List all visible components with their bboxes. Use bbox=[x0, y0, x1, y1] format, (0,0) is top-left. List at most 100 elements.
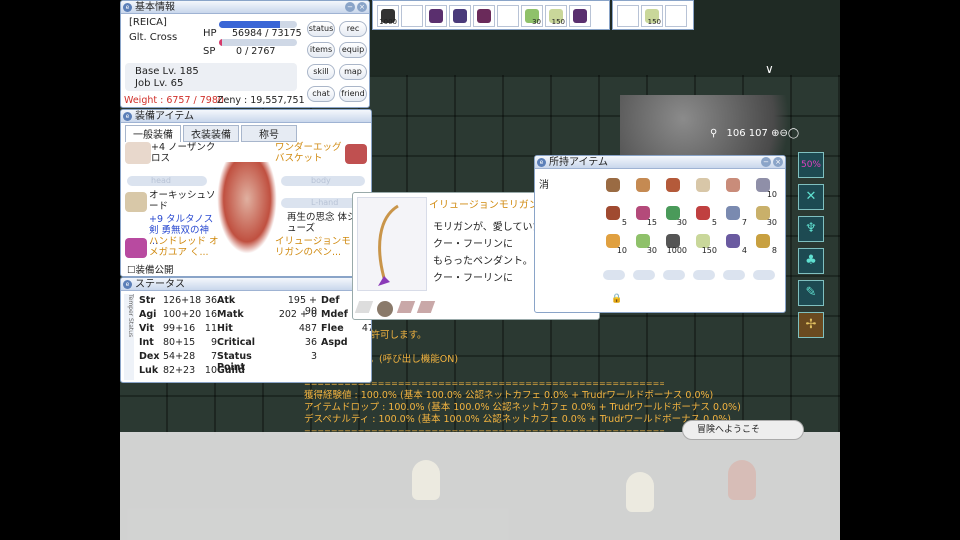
empty-slot-head[interactable]: head bbox=[127, 176, 207, 186]
inventory-item[interactable]: 10 bbox=[753, 176, 777, 199]
equip-slot-head-upper[interactable]: +4 ノーザンクロス bbox=[151, 142, 217, 164]
zoom-controls-icon[interactable]: ⊕⊖◯ bbox=[771, 128, 799, 139]
item-icon bbox=[666, 178, 680, 192]
inventory-item[interactable]: 30 bbox=[633, 232, 657, 255]
empty-slot[interactable] bbox=[723, 270, 745, 280]
npc-sprite[interactable] bbox=[728, 460, 756, 500]
chat-line: アイテムドロップ : 100.0% (基本 100.0% 公認ネットカフェ 0.… bbox=[304, 402, 741, 413]
inventory-item[interactable]: 7 bbox=[723, 204, 747, 227]
stat-points: 10 bbox=[204, 365, 217, 376]
inventory-item[interactable]: 5 bbox=[693, 204, 717, 227]
equip-slot-accessory-right[interactable]: イリュージョンモ リガンのペン... bbox=[275, 236, 353, 258]
equip-slot-head-lower[interactable]: ワンダーエッグ バスケット bbox=[275, 142, 345, 164]
armor-icon[interactable] bbox=[125, 192, 147, 212]
ghost-monster[interactable] bbox=[412, 460, 440, 500]
rock-terrain bbox=[620, 95, 830, 155]
derived-value bbox=[351, 365, 371, 376]
hotkey-slot[interactable]: 150 bbox=[545, 5, 567, 27]
hotkey-slot[interactable]: 1000 bbox=[377, 5, 399, 27]
egg-basket-icon[interactable] bbox=[345, 144, 367, 164]
minimize-icon[interactable]: − bbox=[345, 2, 355, 12]
close-icon[interactable]: × bbox=[357, 2, 367, 12]
tab-title[interactable]: 称号 bbox=[241, 125, 297, 142]
equip-slot-accessory[interactable]: ハンドレッド オ メガユア く... bbox=[149, 236, 219, 258]
friend-button[interactable]: friend bbox=[339, 86, 367, 102]
lock-icon[interactable]: 🔒 bbox=[611, 294, 622, 304]
empty-slot-body[interactable]: body bbox=[281, 176, 365, 186]
card-slot-icon[interactable] bbox=[354, 301, 374, 313]
garment-icon[interactable] bbox=[125, 238, 147, 258]
inventory-item[interactable]: 10 bbox=[603, 232, 627, 255]
temper-status-tab[interactable]: Temper Status bbox=[124, 294, 134, 380]
status-button[interactable]: status bbox=[307, 21, 335, 37]
empty-slot[interactable] bbox=[633, 270, 655, 280]
minimize-icon[interactable]: − bbox=[761, 157, 771, 167]
equip-slot-shoes[interactable]: 再生の思念 体シューズ bbox=[287, 212, 357, 234]
inventory-item[interactable]: 8 bbox=[753, 232, 777, 255]
hotkey-slot[interactable] bbox=[473, 5, 495, 27]
empty-slot[interactable] bbox=[663, 270, 685, 280]
empty-slot[interactable] bbox=[753, 270, 775, 280]
hotkey-slot[interactable]: 150 bbox=[641, 5, 663, 27]
empty-slot[interactable] bbox=[693, 270, 715, 280]
item-count: 10 bbox=[766, 190, 777, 199]
skill-shortcut-icon[interactable]: ✕ bbox=[798, 184, 824, 210]
stat-name[interactable]: Int bbox=[139, 337, 163, 348]
rec-button[interactable]: rec bbox=[339, 21, 367, 37]
equip-button[interactable]: equip bbox=[339, 42, 367, 58]
status-titlebar[interactable]: e ステータス bbox=[121, 278, 371, 291]
skill-shortcut-icon[interactable]: ♆ bbox=[798, 216, 824, 242]
basic-info-titlebar[interactable]: e 基本情報 − × bbox=[121, 1, 369, 14]
hotkey-slot[interactable] bbox=[569, 5, 591, 27]
tab-costume[interactable]: 衣装装備 bbox=[183, 125, 239, 142]
hotkey-slot[interactable] bbox=[617, 5, 639, 27]
skill-shortcut-icon[interactable]: ✢ bbox=[798, 312, 824, 338]
inventory-item[interactable]: 4 bbox=[723, 232, 747, 255]
inventory-item[interactable] bbox=[603, 176, 625, 198]
stat-name[interactable]: Luk bbox=[139, 365, 163, 376]
hotkey-slot[interactable] bbox=[449, 5, 471, 27]
skill-shortcut-icon[interactable]: ♣ bbox=[798, 248, 824, 274]
inventory-item[interactable]: 15 bbox=[633, 204, 657, 227]
headgear-icon[interactable] bbox=[125, 142, 151, 164]
skill-shortcut-icon[interactable]: ✎ bbox=[798, 280, 824, 306]
ghost-monster[interactable] bbox=[626, 472, 654, 512]
hotkey-slot[interactable] bbox=[401, 5, 423, 27]
inventory-item[interactable]: 150 bbox=[693, 232, 717, 255]
stat-points: 9 bbox=[210, 337, 217, 348]
search-icon[interactable]: ⚲ bbox=[710, 128, 717, 139]
chevron-down-icon[interactable]: ∨ bbox=[765, 62, 774, 76]
skill-button[interactable]: skill bbox=[307, 64, 335, 80]
inventory-item[interactable]: 30 bbox=[753, 204, 777, 227]
stat-name[interactable]: Agi bbox=[139, 309, 163, 320]
equip-slot-armor[interactable]: オーキッシュソード bbox=[149, 190, 217, 212]
chat-button[interactable]: chat bbox=[307, 86, 335, 102]
public-equip-checkbox[interactable]: ☐装備公開 bbox=[127, 262, 174, 276]
map-button[interactable]: map bbox=[339, 64, 367, 80]
hotkey-slot[interactable] bbox=[497, 5, 519, 27]
exp-boost-button[interactable]: 50% bbox=[798, 152, 824, 178]
card-slot-icon[interactable] bbox=[416, 301, 436, 313]
tab-general[interactable]: 一般装備 bbox=[125, 125, 181, 142]
hotkey-slot[interactable]: 30 bbox=[521, 5, 543, 27]
inventory-item[interactable] bbox=[633, 176, 655, 198]
card-slot-icon[interactable] bbox=[396, 301, 416, 313]
checkbox-icon[interactable]: ☐ bbox=[127, 265, 136, 276]
inventory-item[interactable]: 1000 bbox=[663, 232, 687, 255]
inventory-item[interactable] bbox=[723, 176, 745, 198]
inventory-item[interactable] bbox=[663, 176, 685, 198]
sp-label: SP bbox=[203, 46, 216, 57]
inventory-item[interactable] bbox=[693, 176, 715, 198]
derived-value: 202 + 0 bbox=[278, 309, 317, 320]
close-icon[interactable]: × bbox=[773, 157, 783, 167]
items-button[interactable]: items bbox=[307, 42, 335, 58]
card-slot-icon[interactable] bbox=[377, 301, 393, 317]
inventory-item[interactable]: 5 bbox=[603, 204, 627, 227]
inventory-item[interactable]: 30 bbox=[663, 204, 687, 227]
tab-consumables[interactable]: 消 bbox=[539, 176, 553, 191]
empty-slot[interactable] bbox=[603, 270, 625, 280]
equipment-titlebar[interactable]: e 装備アイテム bbox=[121, 110, 371, 123]
hotkey-slot[interactable] bbox=[425, 5, 447, 27]
inventory-titlebar[interactable]: e 所持アイテム − × bbox=[535, 156, 785, 169]
hotkey-slot[interactable] bbox=[665, 5, 687, 27]
